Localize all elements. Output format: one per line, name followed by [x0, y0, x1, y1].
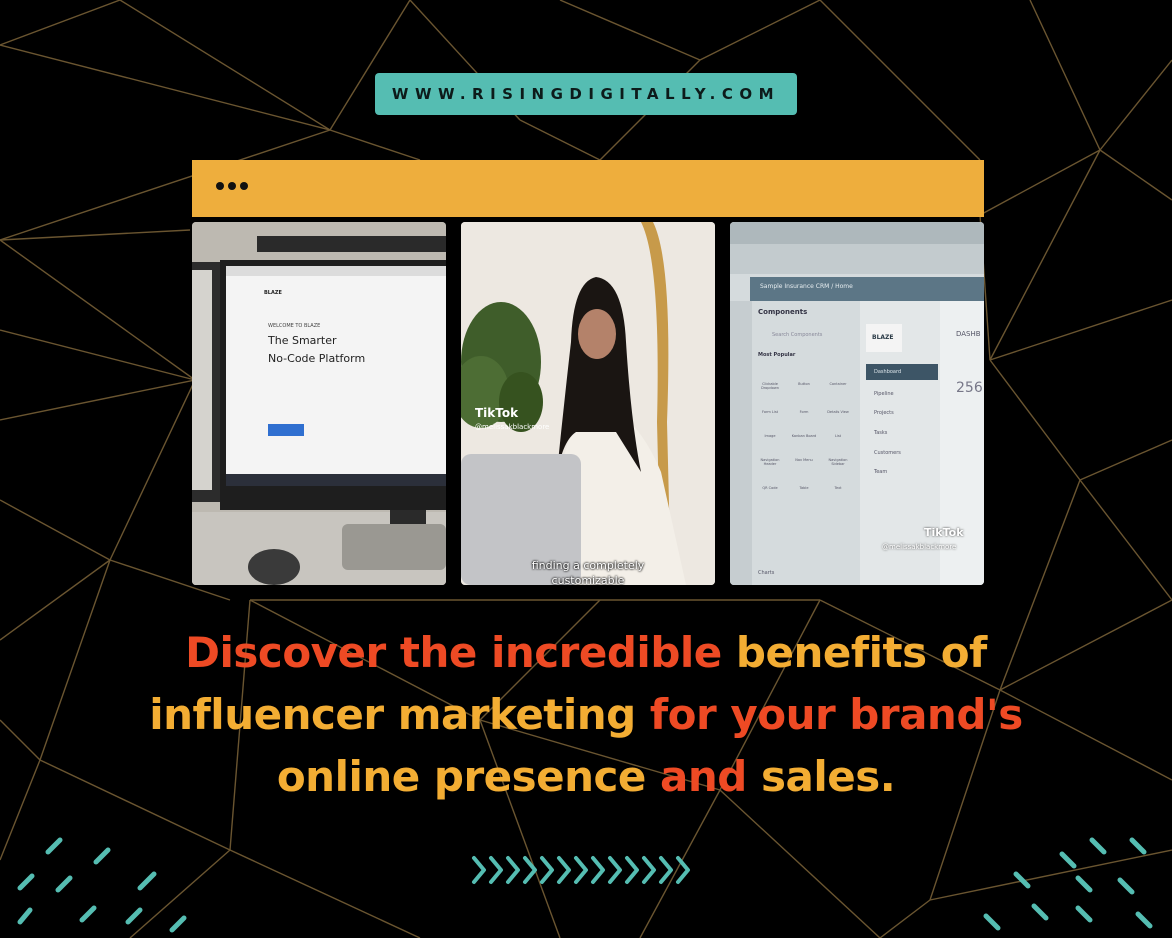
component-navigation-sidebar[interactable]: Navigation Sidebar [822, 458, 854, 466]
component-navigation-header[interactable]: Navigation Header [754, 458, 786, 466]
most-popular-label: Most Popular [758, 352, 796, 358]
components-heading: Components [758, 308, 808, 316]
component-form-list[interactable]: Form List [754, 410, 786, 414]
nav-item-team[interactable]: Team [874, 469, 887, 475]
monitor-photo-illustration [192, 222, 446, 585]
screen-small-caps: WELCOME TO BLAZE [268, 323, 321, 329]
dashboard-heading: DASHB [956, 330, 981, 338]
video-caption-line-2: customizable [551, 574, 625, 585]
headline-part-4: for your brand's [649, 690, 1023, 739]
tiktok-watermark: TikTok [475, 406, 519, 420]
app-brand: BLAZE [872, 334, 894, 341]
component-text[interactable]: Text [822, 486, 854, 490]
photo-panel-monitor: BLAZE WELCOME TO BLAZE The Smarter No-Co… [192, 222, 446, 585]
component-clickable-dropdown[interactable]: Clickable Dropdown [754, 382, 786, 390]
photo-panel-influencer: TikTok @melissakblackmore finding a comp… [461, 222, 715, 585]
component-nav-menu[interactable]: Nav Menu [788, 458, 820, 466]
headline-part-5: online presence [276, 752, 647, 801]
component-table[interactable]: Table [788, 486, 820, 490]
component-form[interactable]: Form [788, 410, 820, 414]
nav-item-tasks[interactable]: Tasks [874, 430, 887, 436]
charts-label: Charts [758, 570, 775, 576]
headline-part-6: and [660, 752, 747, 801]
nav-item-pipeline[interactable]: Pipeline [874, 391, 894, 397]
tiktok-watermark-2: TikTok [924, 526, 964, 539]
headline-part-3: influencer marketing [149, 690, 636, 739]
tiktok-handle-2: @melissakblackmore [882, 543, 957, 551]
nav-item-customers[interactable]: Customers [874, 450, 901, 456]
screen-brand: BLAZE [264, 290, 282, 296]
headline-part-2: benefits of [735, 628, 987, 677]
video-caption-line-1: finding a completely [531, 559, 645, 572]
screen-title-line-2: No-Code Platform [268, 352, 366, 365]
nav-item-dashboard[interactable]: Dashboard [874, 369, 901, 375]
website-url-badge[interactable]: WWW.RISINGDIGITALLY.COM [375, 73, 797, 115]
component-image[interactable]: Image [754, 434, 786, 438]
component-container[interactable]: Container [822, 382, 854, 390]
browser-title-bar [192, 160, 984, 217]
headline-part-1: Discover the incredible [185, 628, 722, 677]
headline: Discover the incredible benefits of infl… [60, 622, 1112, 808]
component-kanban-board[interactable]: Kanban Board [788, 434, 820, 438]
component-list[interactable]: List [822, 434, 854, 438]
tiktok-handle: @melissakblackmore [475, 423, 550, 431]
component-grid: Clickable Dropdown Button Container Form… [754, 382, 854, 490]
screen-title-line-1: The Smarter [268, 334, 337, 347]
decorative-dashes-left [17, 837, 187, 933]
components-search-input[interactable]: Search Components [772, 332, 822, 338]
app-title: Sample Insurance CRM / Home [760, 283, 853, 290]
component-button[interactable]: Button [788, 382, 820, 390]
ellipsis-icon [216, 182, 248, 190]
photo-panel-app-screen: Sample Insurance CRM / Home Components S… [730, 222, 984, 585]
nav-item-projects[interactable]: Projects [874, 410, 894, 416]
influencer-photo-illustration [461, 222, 715, 585]
decorative-dashes-right [983, 837, 1153, 931]
website-url-text: WWW.RISINGDIGITALLY.COM [391, 85, 781, 103]
headline-part-7: sales. [760, 752, 896, 801]
component-qr-code[interactable]: QR Code [754, 486, 786, 490]
partial-stat-value: 256 [956, 380, 983, 396]
component-details-view[interactable]: Details View [822, 410, 854, 414]
chevron-arrows-icon [472, 856, 690, 884]
